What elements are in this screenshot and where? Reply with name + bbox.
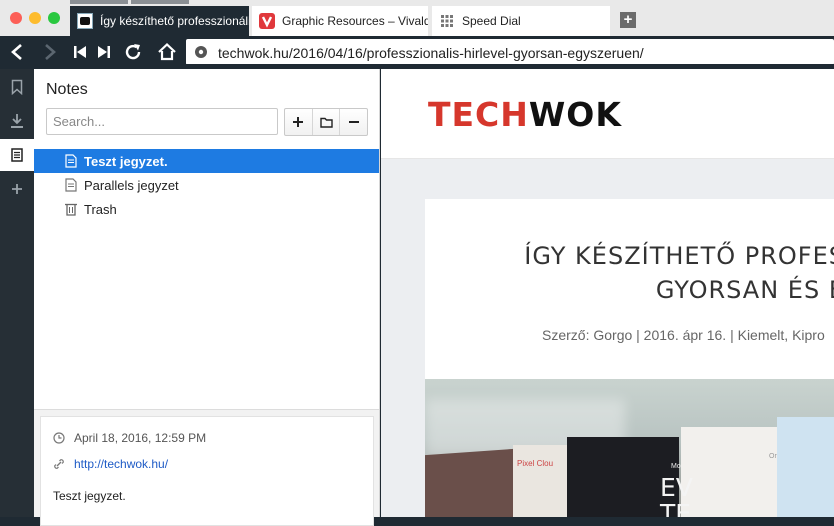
article-title-line: ÍGY KÉSZÍTHETŐ PROFES: [524, 242, 834, 270]
site-header: TECHWOK: [381, 69, 834, 159]
rewind-icon: [74, 46, 86, 58]
fast-forward-icon: [98, 46, 110, 58]
forward-arrow-icon: [45, 44, 56, 60]
minus-icon: [348, 121, 359, 123]
panel-title: Notes: [46, 81, 88, 98]
panel-bar: [0, 69, 34, 517]
web-page: TECHWOK ÍGY KÉSZÍTHETŐ PROFES GYORSAN ÉS…: [381, 69, 834, 517]
tab-active[interactable]: Így készíthető professzionális: [70, 6, 249, 36]
folder-icon: [319, 117, 333, 128]
note-label: Teszt jegyzet.: [84, 154, 168, 169]
home-button[interactable]: [155, 40, 179, 64]
tab-bar: Így készíthető professzionális Graphic R…: [0, 0, 834, 36]
rewind-button[interactable]: [72, 40, 88, 64]
globe-icon: [195, 46, 207, 58]
note-item[interactable]: Teszt jegyzet.: [34, 149, 379, 173]
minimize-window-button[interactable]: [29, 12, 41, 24]
techwok-favicon-icon: [77, 13, 93, 29]
hero-label: Pixel Clou: [517, 459, 554, 468]
tab-label: Speed Dial: [462, 14, 521, 28]
tab-graphic-resources[interactable]: Graphic Resources – Vivaldi: [252, 6, 428, 36]
tab-stack-indicator: [131, 0, 189, 4]
note-url-link[interactable]: http://techwok.hu/: [74, 457, 168, 471]
logo-text-wok: WOK: [528, 95, 622, 134]
back-button[interactable]: [6, 40, 28, 64]
clock-icon: [53, 432, 65, 444]
plus-icon: [12, 184, 22, 194]
hero-label: TE: [660, 499, 692, 517]
notes-panel: Notes Teszt jegyzet. Parallels jegyzet T…: [34, 69, 380, 526]
downloads-panel-button[interactable]: [0, 105, 34, 137]
plus-icon: [293, 117, 304, 127]
bookmarks-panel-button[interactable]: [0, 71, 34, 103]
tab-stack-indicator: [70, 0, 128, 4]
note-detail-card: April 18, 2016, 12:59 PM http://techwok.…: [40, 416, 374, 526]
notes-toolbar: [284, 108, 368, 136]
close-window-button[interactable]: [10, 12, 22, 24]
add-panel-button[interactable]: [0, 173, 34, 205]
notes-icon: [11, 148, 23, 162]
logo-text-tech: TECH: [428, 95, 529, 134]
delete-note-button[interactable]: [340, 109, 367, 135]
notes-panel-button[interactable]: [0, 139, 34, 171]
tab-label: Így készíthető professzionális: [100, 14, 249, 28]
note-date: April 18, 2016, 12:59 PM: [74, 431, 207, 445]
add-folder-button[interactable]: [313, 109, 341, 135]
notes-search-input[interactable]: [46, 108, 278, 135]
home-icon: [158, 42, 176, 61]
fast-forward-button[interactable]: [96, 40, 112, 64]
trash-label: Trash: [84, 202, 117, 217]
note-label: Parallels jegyzet: [84, 178, 179, 193]
vivaldi-icon: [259, 13, 275, 29]
hero-label: Mo: [671, 463, 681, 470]
new-tab-button[interactable]: +: [620, 12, 636, 28]
article-title-line: GYORSAN ÉS E: [655, 276, 834, 304]
note-icon: [65, 178, 77, 192]
link-icon: [54, 459, 64, 469]
article-meta: Szerző: Gorgo | 2016. ápr 16. | Kiemelt,…: [542, 327, 825, 343]
bookmark-icon: [11, 79, 23, 95]
speed-dial-icon: [439, 13, 455, 29]
address-text: techwok.hu/2016/04/16/professzionalis-hi…: [218, 45, 644, 61]
tab-speed-dial[interactable]: Speed Dial: [432, 6, 610, 36]
back-arrow-icon: [11, 44, 22, 60]
article-card: ÍGY KÉSZÍTHETŐ PROFES GYORSAN ÉS E Szerz…: [425, 199, 834, 517]
note-date-row: April 18, 2016, 12:59 PM: [53, 431, 206, 445]
trash-folder[interactable]: Trash: [34, 197, 379, 221]
note-icon: [65, 154, 77, 168]
reload-icon: [125, 44, 141, 60]
reload-button[interactable]: [121, 40, 145, 64]
techwok-logo[interactable]: TECHWOK: [428, 95, 622, 134]
article-title[interactable]: ÍGY KÉSZÍTHETŐ PROFES GYORSAN ÉS E: [445, 239, 834, 307]
note-link-row: http://techwok.hu/: [53, 457, 168, 471]
note-detail-area: April 18, 2016, 12:59 PM http://techwok.…: [34, 409, 379, 526]
trash-icon: [65, 203, 77, 216]
address-bar[interactable]: techwok.hu/2016/04/16/professzionalis-hi…: [186, 39, 834, 65]
note-text[interactable]: Teszt jegyzet.: [53, 489, 126, 503]
zoom-window-button[interactable]: [48, 12, 60, 24]
hero-label: Or: [769, 453, 777, 460]
note-item[interactable]: Parallels jegyzet: [34, 173, 379, 197]
tab-label: Graphic Resources – Vivaldi: [282, 14, 428, 28]
article-hero-image: Pixel Clou EV TE Mo Or: [425, 379, 834, 517]
add-note-button[interactable]: [285, 109, 313, 135]
hero-label: EV: [660, 473, 693, 502]
download-icon: [11, 114, 23, 128]
forward-button[interactable]: [39, 40, 61, 64]
